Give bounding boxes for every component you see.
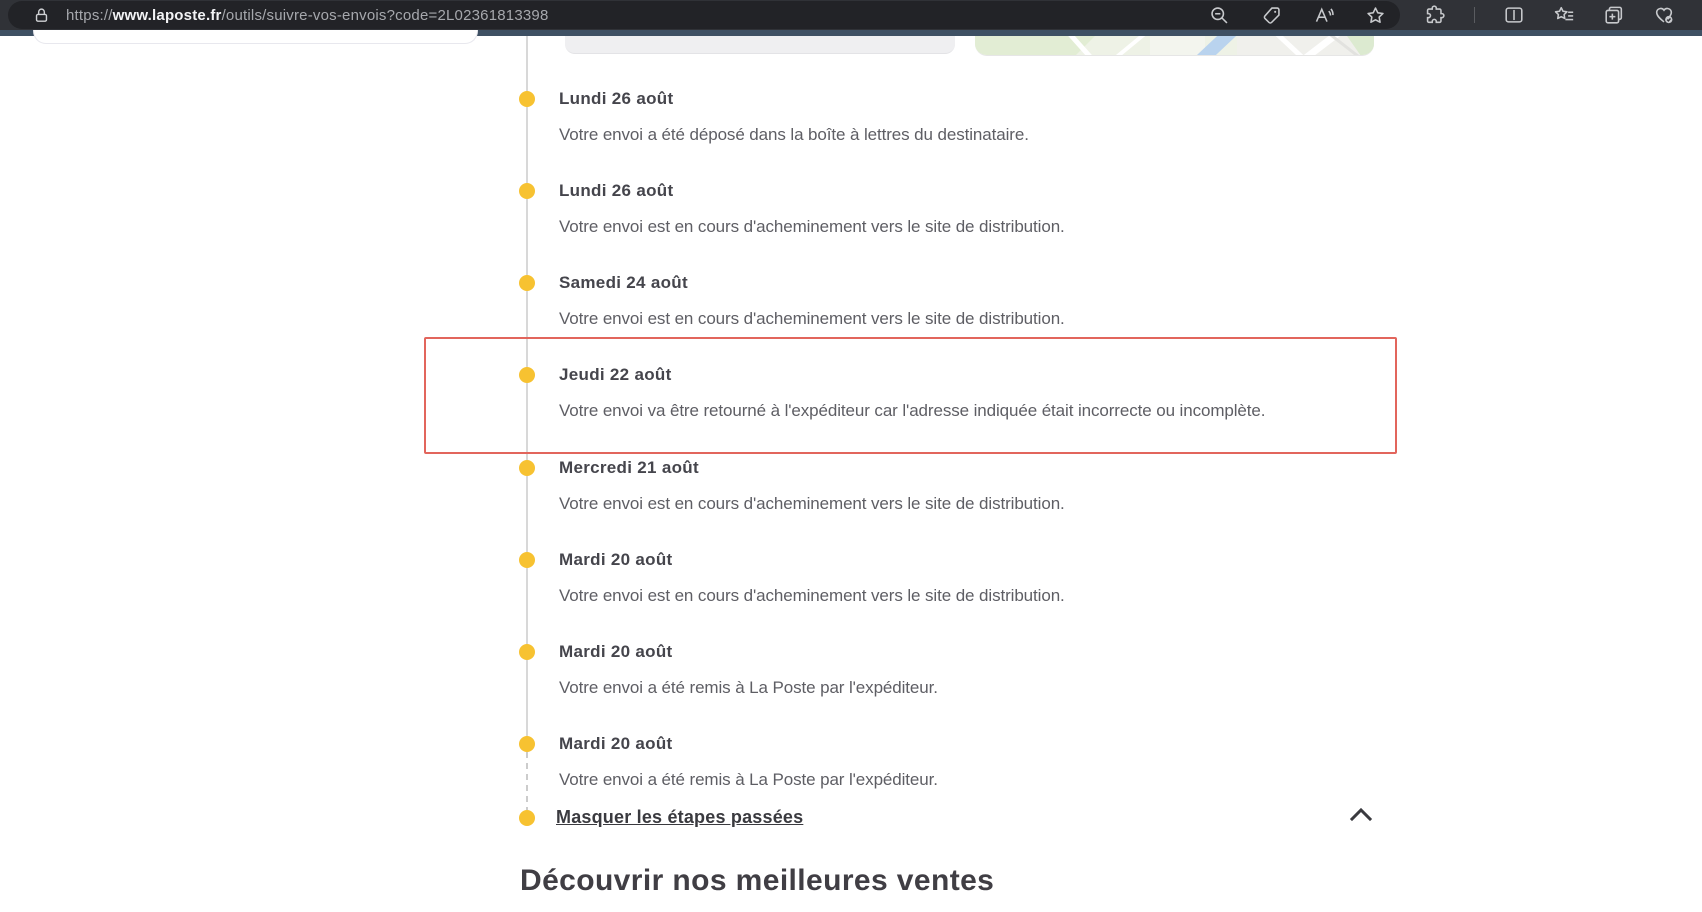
split-screen-icon[interactable]: [1503, 4, 1525, 26]
timeline-entry-description: Votre envoi est en cours d'acheminement …: [559, 494, 1065, 514]
tracking-search-card-edge: [33, 30, 478, 44]
zoom-out-icon[interactable]: [1208, 4, 1230, 26]
timeline-entry-date: Mardi 20 août: [559, 550, 1065, 570]
collections-icon[interactable]: [1603, 4, 1625, 26]
timeline-entry-description: Votre envoi est en cours d'acheminement …: [559, 586, 1065, 606]
timeline-entry: Mardi 20 août Votre envoi a été remis à …: [559, 734, 938, 790]
timeline-dot: [519, 91, 535, 107]
browser-toolbar: https://www.laposte.fr/outils/suivre-vos…: [0, 0, 1702, 30]
timeline-entry-date: Mercredi 21 août: [559, 458, 1065, 478]
section-title: Découvrir nos meilleures ventes: [520, 864, 994, 898]
address-bar[interactable]: https://www.laposte.fr/outils/suivre-vos…: [8, 1, 1400, 29]
lock-icon[interactable]: [30, 4, 52, 26]
timeline-entry: Mercredi 21 août Votre envoi est en cour…: [559, 458, 1065, 514]
timeline-entry-date: Lundi 26 août: [559, 89, 1029, 109]
timeline-entry-highlighted: Jeudi 22 août Votre envoi va être retour…: [559, 365, 1265, 421]
timeline-entry-date: Mardi 20 août: [559, 642, 938, 662]
timeline-entry: Samedi 24 août Votre envoi est en cours …: [559, 273, 1065, 329]
timeline-entry-description: Votre envoi a été remis à La Poste par l…: [559, 678, 938, 698]
timeline-dot: [519, 275, 535, 291]
toolbar-divider: [1474, 7, 1475, 23]
timeline-dot: [519, 644, 535, 660]
chevron-up-icon[interactable]: [1348, 806, 1374, 829]
timeline-entry: Mardi 20 août Votre envoi est en cours d…: [559, 550, 1065, 606]
timeline-entry-date: Lundi 26 août: [559, 181, 1065, 201]
map-thumbnail[interactable]: [975, 36, 1374, 56]
timeline-line-dashed: [526, 752, 528, 810]
timeline-dot: [519, 552, 535, 568]
timeline-entry-date: Mardi 20 août: [559, 734, 938, 754]
url-text: https://www.laposte.fr/outils/suivre-vos…: [66, 7, 549, 24]
timeline-entry-description: Votre envoi va être retourné à l'expédit…: [559, 401, 1265, 421]
timeline-entry-description: Votre envoi est en cours d'acheminement …: [559, 217, 1065, 237]
timeline-dot: [519, 460, 535, 476]
timeline-entry-date: Jeudi 22 août: [559, 365, 1265, 385]
timeline-entry: Lundi 26 août Votre envoi est en cours d…: [559, 181, 1065, 237]
favorite-star-icon[interactable]: [1364, 4, 1386, 26]
timeline-panel-edge: [565, 36, 955, 54]
shopping-tag-icon[interactable]: [1260, 4, 1282, 26]
read-aloud-icon[interactable]: [1312, 4, 1334, 26]
timeline-dot: [519, 367, 535, 383]
timeline-dot: [519, 183, 535, 199]
favorites-bar-icon[interactable]: [1553, 4, 1575, 26]
timeline-entry: Lundi 26 août Votre envoi a été déposé d…: [559, 89, 1029, 145]
timeline-entry-description: Votre envoi est en cours d'acheminement …: [559, 309, 1065, 329]
timeline-entry-description: Votre envoi a été remis à La Poste par l…: [559, 770, 938, 790]
timeline-entry-date: Samedi 24 août: [559, 273, 1065, 293]
browser-essentials-icon[interactable]: [1653, 4, 1675, 26]
timeline-entry-description: Votre envoi a été déposé dans la boîte à…: [559, 125, 1029, 145]
url-scheme: https://: [66, 7, 113, 24]
timeline-dot: [519, 810, 535, 826]
collapse-steps-link[interactable]: Masquer les étapes passées: [556, 807, 803, 828]
url-domain: www.laposte.fr: [113, 7, 222, 24]
extensions-icon[interactable]: [1424, 4, 1446, 26]
timeline-dot: [519, 736, 535, 752]
url-path: /outils/suivre-vos-envois?code=2L0236181…: [222, 7, 549, 24]
timeline-entry: Mardi 20 août Votre envoi a été remis à …: [559, 642, 938, 698]
